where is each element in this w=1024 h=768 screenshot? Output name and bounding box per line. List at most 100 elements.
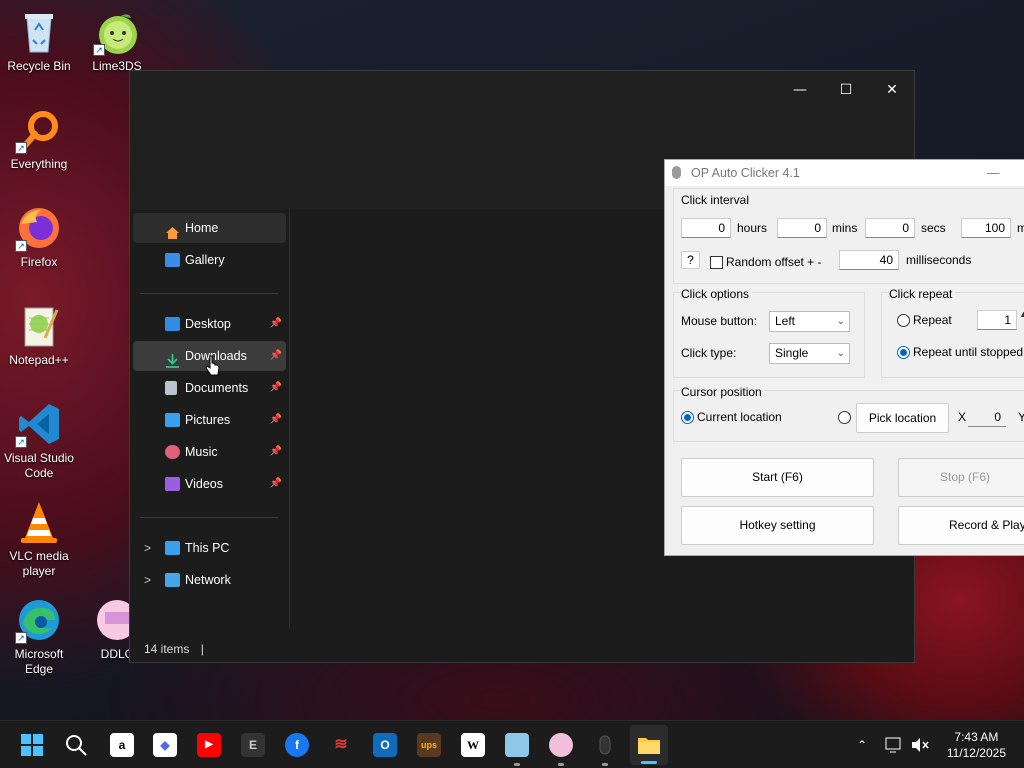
file-explorer-taskbar-button[interactable] bbox=[630, 725, 668, 765]
mins-input[interactable]: 0 bbox=[777, 218, 827, 238]
document-icon bbox=[165, 381, 177, 395]
secs-label: secs bbox=[921, 221, 946, 235]
mouse-icon bbox=[672, 166, 681, 179]
minimize-button[interactable]: — bbox=[778, 77, 822, 103]
minimize-button[interactable]: — bbox=[987, 160, 1000, 186]
desktop-icon-edge[interactable]: ↗ Microsoft Edge bbox=[0, 596, 78, 677]
repeat-radio[interactable] bbox=[897, 314, 910, 327]
spinner-icon[interactable]: ▲▼ bbox=[1019, 309, 1024, 319]
pin-icon[interactable]: 📌 bbox=[270, 373, 282, 403]
repeat-count-input[interactable]: 1 bbox=[977, 310, 1017, 330]
random-offset-label: Random offset + - bbox=[726, 255, 822, 269]
pick-location-radio[interactable] bbox=[838, 411, 851, 424]
auto-clicker-titlebar[interactable]: OP Auto Clicker 4.1 — bbox=[665, 160, 1024, 186]
repeat-label: Repeat bbox=[913, 313, 952, 327]
chevron-right-icon[interactable]: > bbox=[144, 533, 151, 563]
pin-icon[interactable]: 📌 bbox=[270, 341, 282, 371]
pin-icon[interactable]: 📌 bbox=[270, 469, 282, 499]
nav-item-this-pc[interactable]: > This PC bbox=[133, 533, 286, 563]
pin-icon[interactable]: 📌 bbox=[270, 437, 282, 467]
shortcut-arrow-icon: ↗ bbox=[93, 44, 105, 56]
maximize-button[interactable]: ☐ bbox=[824, 77, 868, 103]
edge-icon: ↗ bbox=[15, 596, 63, 644]
current-location-radio[interactable] bbox=[681, 411, 694, 424]
status-bar: 14 items | bbox=[144, 642, 204, 656]
nav-divider bbox=[140, 517, 278, 518]
nav-item-label: Videos bbox=[185, 477, 223, 491]
pick-location-button[interactable]: Pick location bbox=[856, 403, 949, 433]
nav-item-gallery[interactable]: Gallery bbox=[133, 245, 286, 275]
outlook-icon[interactable]: O bbox=[373, 733, 397, 757]
click-type-select[interactable]: Single ⌄ bbox=[769, 343, 850, 364]
desktop-icon-vlc[interactable]: VLC media player bbox=[0, 498, 78, 579]
nav-item-videos[interactable]: Videos 📌 bbox=[133, 469, 286, 499]
pictures-icon bbox=[165, 413, 180, 427]
vlc-icon bbox=[15, 498, 63, 546]
shortcut-arrow-icon: ↗ bbox=[15, 436, 27, 448]
bravo-icon[interactable]: ≋ bbox=[329, 733, 353, 757]
lime3ds-icon: ↗ bbox=[93, 8, 141, 56]
random-offset-input[interactable]: 40 bbox=[839, 250, 899, 270]
record-playback-button[interactable]: Record & Playba bbox=[898, 506, 1024, 545]
nav-item-label: Music bbox=[185, 445, 218, 459]
desktop-icon-label: Firefox bbox=[20, 255, 58, 269]
start-button[interactable]: Start (F6) bbox=[681, 458, 874, 497]
milliseconds-input[interactable]: 100 bbox=[961, 218, 1011, 238]
navigation-pane: Home Gallery Desktop 📌 Downloads 📌 Docum… bbox=[130, 209, 290, 629]
pin-icon[interactable]: 📌 bbox=[270, 405, 282, 435]
copilot-icon[interactable]: ◆ bbox=[153, 733, 177, 757]
amazon-icon[interactable]: a bbox=[110, 733, 134, 757]
secs-input[interactable]: 0 bbox=[865, 218, 915, 238]
close-button[interactable]: ✕ bbox=[870, 77, 914, 103]
chevron-right-icon[interactable]: > bbox=[144, 565, 151, 595]
nav-item-music[interactable]: Music 📌 bbox=[133, 437, 286, 467]
nav-item-network[interactable]: > Network bbox=[133, 565, 286, 595]
desktop-icon-vscode[interactable]: ↗ Visual Studio Code bbox=[0, 400, 78, 481]
nav-item-desktop[interactable]: Desktop 📌 bbox=[133, 309, 286, 339]
ups-icon[interactable]: ups bbox=[417, 733, 441, 757]
volume-muted-icon[interactable] bbox=[908, 733, 932, 757]
repeat-until-stopped-radio[interactable] bbox=[897, 346, 910, 359]
cursor-position-label: Cursor position bbox=[681, 385, 765, 399]
mouse-button-select[interactable]: Left ⌄ bbox=[769, 311, 850, 332]
nav-item-home[interactable]: Home bbox=[133, 213, 286, 243]
hours-input[interactable]: 0 bbox=[681, 218, 731, 238]
desktop-icon-firefox[interactable]: ↗ Firefox bbox=[0, 204, 78, 270]
op-auto-clicker-window[interactable]: OP Auto Clicker 4.1 — Click interval 0 h… bbox=[664, 159, 1024, 556]
help-button[interactable]: ? bbox=[681, 251, 700, 269]
click-repeat-label: Click repeat bbox=[889, 287, 956, 301]
nav-item-label: Pictures bbox=[185, 413, 231, 427]
wikipedia-icon[interactable]: W bbox=[461, 733, 485, 757]
mouse-icon[interactable] bbox=[593, 733, 617, 757]
click-interval-label: Click interval bbox=[681, 193, 750, 207]
search-icon[interactable] bbox=[64, 733, 88, 757]
pin-icon[interactable]: 📌 bbox=[270, 309, 282, 339]
desktop-icon-everything[interactable]: ↗ Everything bbox=[0, 106, 78, 172]
nav-item-label: This PC bbox=[185, 541, 230, 555]
hours-label: hours bbox=[737, 221, 768, 235]
desktop-icon-notepadpp[interactable]: Notepad++ bbox=[0, 302, 78, 368]
taskbar: a ◆ ▶ E f ≋ O ups W ⌃ 7:43 AM 11/12/2025 bbox=[0, 720, 1024, 768]
nav-item-pictures[interactable]: Pictures 📌 bbox=[133, 405, 286, 435]
lime3ds-taskbar-icon[interactable] bbox=[549, 733, 573, 757]
start-button[interactable] bbox=[20, 733, 44, 757]
system-clock[interactable]: 7:43 AM 11/12/2025 bbox=[947, 729, 1006, 761]
facebook-icon[interactable]: f bbox=[285, 733, 309, 757]
item-count: 14 items bbox=[144, 642, 190, 656]
youtube-icon[interactable]: ▶ bbox=[197, 733, 221, 757]
nav-item-label: Network bbox=[185, 573, 231, 587]
chevron-up-icon[interactable]: ⌃ bbox=[850, 733, 874, 757]
desktop-icon-recycle-bin[interactable]: Recycle Bin bbox=[0, 8, 78, 74]
x-coordinate-input[interactable]: 0 bbox=[968, 409, 1006, 427]
stop-button[interactable]: Stop (F6) bbox=[898, 458, 1024, 497]
random-offset-checkbox[interactable] bbox=[710, 256, 723, 269]
hotkey-setting-button[interactable]: Hotkey setting bbox=[681, 506, 874, 545]
mouse-cursor-icon bbox=[205, 355, 221, 380]
desktop-icon-lime3ds[interactable]: ↗ Lime3DS bbox=[78, 8, 156, 74]
epic-games-icon[interactable]: E bbox=[241, 733, 265, 757]
click-type-label: Click type: bbox=[681, 346, 737, 360]
network-icon[interactable] bbox=[882, 733, 906, 757]
notepad-icon[interactable] bbox=[505, 733, 529, 757]
clock-date: 11/12/2025 bbox=[946, 746, 1006, 760]
window-title: OP Auto Clicker 4.1 bbox=[691, 166, 800, 180]
